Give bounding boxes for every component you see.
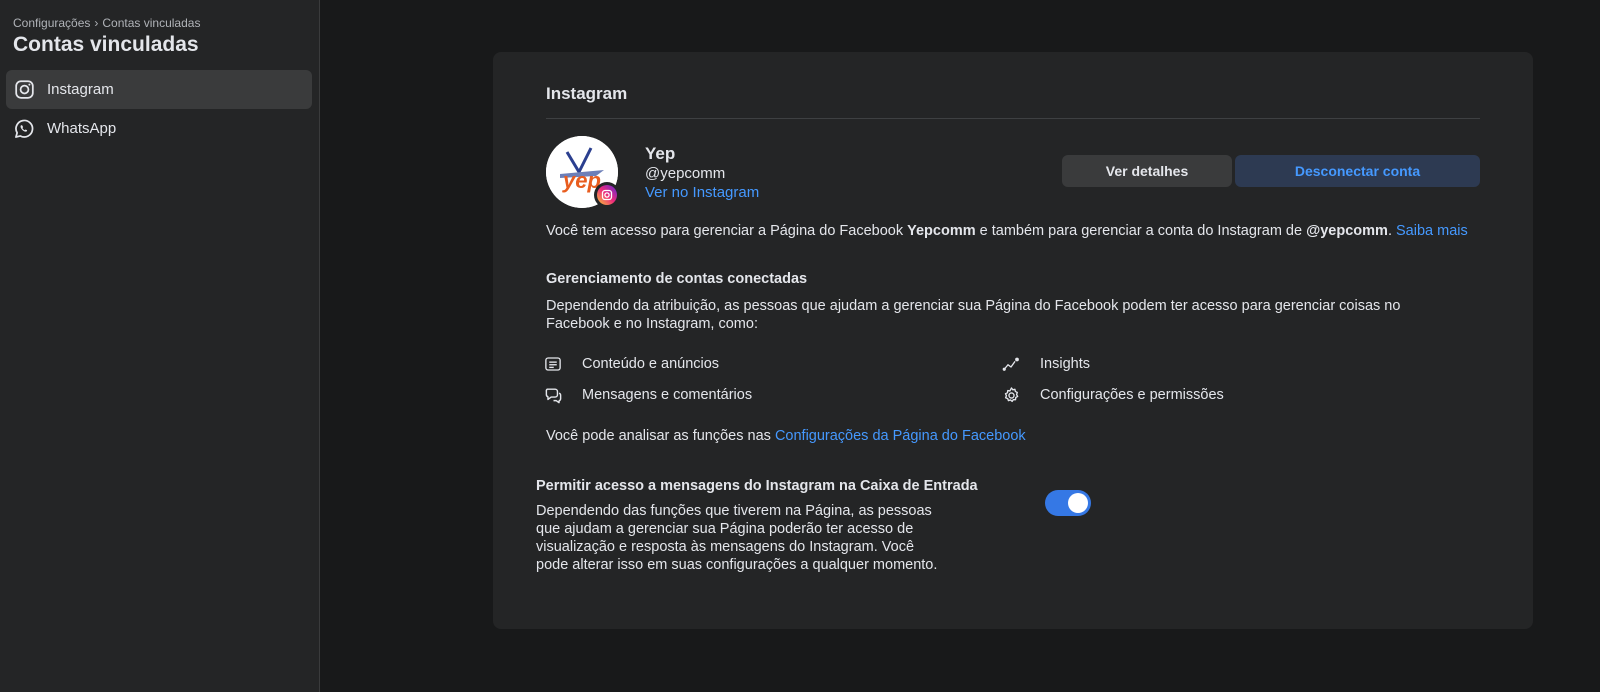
instagram-card: Instagram yep Yep @yepcomm Ver no Instag…	[493, 52, 1533, 629]
sidebar-item-whatsapp[interactable]: WhatsApp	[6, 109, 312, 148]
management-title: Gerenciamento de contas conectadas	[546, 271, 808, 287]
inbox-access-description: Dependendo das funções que tiverem na Pá…	[536, 503, 938, 573]
management-description: Dependendo da atribuição, as pessoas que…	[546, 298, 1401, 332]
view-on-instagram-link[interactable]: Ver no Instagram	[645, 184, 759, 201]
access-text-part: Você tem acesso para gerenciar a Página …	[546, 223, 908, 239]
divider	[546, 118, 1480, 119]
breadcrumb-parent[interactable]: Configurações	[13, 16, 90, 30]
app: Configurações › Contas vinculadas Contas v…	[0, 0, 1600, 692]
permission-label: Mensagens e comentários	[582, 387, 753, 403]
account-handle: @yepcomm	[645, 165, 726, 182]
breadcrumb-current: Contas vinculadas	[102, 16, 201, 30]
sidebar-item-instagram[interactable]: Instagram	[6, 70, 312, 109]
breadcrumb: Configurações › Contas vinculadas	[13, 16, 200, 30]
access-text-part: e também para gerenciar a conta do Insta…	[975, 223, 1307, 239]
instagram-badge	[594, 182, 620, 208]
sidebar: Configurações › Contas vinculadas Contas v…	[0, 0, 320, 692]
permission-label: Conteúdo e anúncios	[582, 356, 720, 372]
page-name: Yepcomm	[907, 223, 976, 239]
settings-icon	[1001, 385, 1021, 405]
instagram-account: @yepcomm	[1306, 223, 1388, 239]
page-settings-link[interactable]: Configurações da Página do Facebook	[775, 428, 1026, 444]
disconnect-account-button[interactable]: Desconectar conta	[1235, 155, 1480, 187]
account-name: Yep	[645, 144, 676, 163]
sidebar-item-label: Instagram	[47, 81, 114, 98]
avatar: yep	[546, 136, 620, 208]
permission-insights: Insights	[1001, 354, 1090, 374]
permission-content-ads: Conteúdo e anúncios	[543, 354, 719, 374]
card-title: Instagram	[546, 84, 628, 103]
breadcrumb-separator: ›	[94, 16, 99, 30]
functions-text: Você pode analisar as funções nas Config…	[546, 428, 1026, 444]
inbox-access-title: Permitir acesso a mensagens do Instagram…	[536, 478, 978, 494]
instagram-badge-icon	[597, 185, 617, 205]
content-icon	[543, 354, 563, 374]
permission-label: Insights	[1040, 356, 1090, 372]
sidebar-item-label: WhatsApp	[47, 120, 117, 137]
page-title: Contas vinculadas	[13, 33, 199, 56]
view-details-button[interactable]: Ver detalhes	[1062, 155, 1232, 187]
learn-more-link[interactable]: Saiba mais	[1396, 223, 1468, 239]
messages-icon	[543, 385, 563, 405]
instagram-icon	[13, 79, 35, 101]
functions-text-part: Você pode analisar as funções nas	[546, 428, 775, 444]
inbox-access-toggle[interactable]	[1045, 490, 1091, 516]
permission-messages-comments: Mensagens e comentários	[543, 385, 752, 405]
toggle-knob	[1068, 493, 1088, 513]
insights-icon	[1001, 354, 1021, 374]
access-description: Você tem acesso para gerenciar a Página …	[546, 222, 1481, 240]
permission-settings: Configurações e permissões	[1001, 385, 1224, 405]
whatsapp-icon	[13, 118, 35, 140]
access-text-part: .	[1387, 223, 1396, 239]
permission-label: Configurações e permissões	[1040, 387, 1224, 403]
